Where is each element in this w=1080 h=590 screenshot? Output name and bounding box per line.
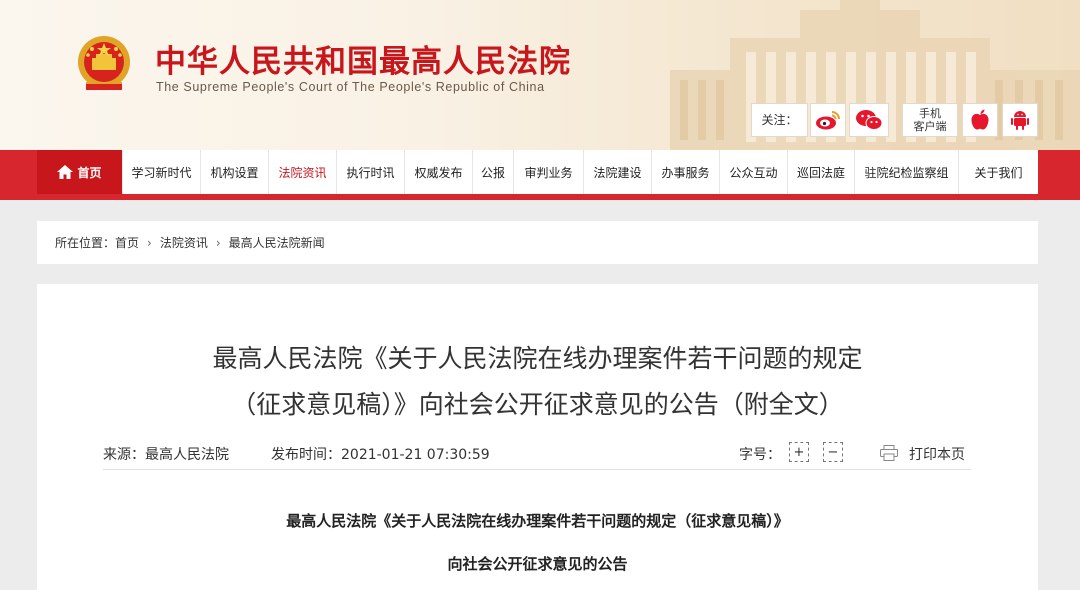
article-source: 来源：最高人民法院 — [103, 447, 229, 463]
breadcrumb-home[interactable]: 首页 — [115, 234, 139, 251]
font-size-label: 字号： — [739, 447, 781, 463]
wechat-icon — [856, 110, 883, 130]
chevron-right-icon: › — [215, 235, 221, 250]
nav-item-gazette[interactable]: 公报 — [473, 150, 514, 194]
nav-item-study[interactable]: 学习新时代 — [123, 150, 201, 194]
android-app-button[interactable] — [1002, 103, 1038, 137]
national-emblem-icon — [78, 36, 130, 90]
site-subtitle: The Supreme People's Court of The People… — [156, 80, 545, 94]
nav-item-releases[interactable]: 权威发布 — [405, 150, 473, 194]
main-nav: 首页 学习新时代 机构设置 法院资讯 执行时讯 权威发布 公报 审判业务 法院建… — [37, 150, 1038, 194]
chevron-right-icon: › — [147, 235, 152, 250]
breadcrumb-spc-news[interactable]: 最高人民法院新闻 — [229, 234, 325, 251]
breadcrumb: 所在位置： 首页 › 法院资讯 › 最高人民法院新闻 — [37, 221, 1038, 264]
breadcrumb-court-news[interactable]: 法院资讯 — [160, 234, 208, 251]
nav-item-interaction[interactable]: 公众互动 — [720, 150, 788, 194]
body-heading-1: 最高人民法院《关于人民法院在线办理案件若干问题的规定（征求意见稿）》 — [286, 512, 789, 530]
article-title: 最高人民法院《关于人民法院在线办理案件若干问题的规定 （征求意见稿）》向社会公开… — [37, 336, 1038, 428]
weibo-icon — [816, 111, 840, 130]
nav-item-court-building[interactable]: 法院建设 — [584, 150, 652, 194]
article-meta: 来源：最高人民法院 发布时间：2021-01-21 07:30:59 字号： +… — [103, 436, 971, 470]
print-icon[interactable] — [880, 445, 898, 461]
wechat-button[interactable] — [849, 103, 889, 137]
article-title-line-1: 最高人民法院《关于人民法院在线办理案件若干问题的规定 — [212, 344, 863, 373]
ios-app-button[interactable] — [962, 103, 998, 137]
site-header: 中华人民共和国最高人民法院 The Supreme People's Court… — [0, 0, 1080, 150]
breadcrumb-prefix: 所在位置： — [55, 236, 116, 250]
weibo-button[interactable] — [810, 103, 846, 137]
print-page-link[interactable]: 打印本页 — [909, 444, 965, 464]
nav-item-home[interactable]: 首页 — [37, 150, 123, 194]
nav-item-trial[interactable]: 审判业务 — [514, 150, 584, 194]
nav-item-services[interactable]: 办事服务 — [652, 150, 720, 194]
follow-label: 关注： — [751, 103, 808, 137]
nav-item-organization[interactable]: 机构设置 — [201, 150, 269, 194]
nav-item-discipline[interactable]: 驻院纪检监察组 — [855, 150, 959, 194]
mobile-client-button[interactable]: 手机 客户端 — [902, 103, 958, 137]
nav-label: 首页 — [77, 165, 102, 180]
nav-item-court-news[interactable]: 法院资讯 — [269, 150, 337, 194]
home-icon — [57, 165, 74, 179]
nav-item-enforcement-news[interactable]: 执行时讯 — [337, 150, 405, 194]
article-panel: 最高人民法院《关于人民法院在线办理案件若干问题的规定 （征求意见稿）》向社会公开… — [37, 284, 1038, 590]
mobile-client-label-2: 客户端 — [913, 120, 947, 133]
nav-item-circuit-courts[interactable]: 巡回法庭 — [788, 150, 855, 194]
nav-item-about[interactable]: 关于我们 — [959, 150, 1038, 194]
article-publish-time: 发布时间：2021-01-21 07:30:59 — [271, 447, 490, 463]
apple-icon — [971, 109, 989, 130]
font-increase-button[interactable]: + — [789, 442, 809, 462]
body-heading-2: 向社会公开征求意见的公告 — [447, 555, 628, 573]
font-decrease-button[interactable]: − — [823, 442, 843, 462]
site-title[interactable]: 中华人民共和国最高人民法院 — [155, 36, 571, 81]
article-title-line-2: （征求意见稿）》向社会公开征求意见的公告（附全文） — [231, 390, 844, 419]
android-icon — [1011, 111, 1029, 130]
mobile-client-label: 手机 — [919, 107, 941, 120]
